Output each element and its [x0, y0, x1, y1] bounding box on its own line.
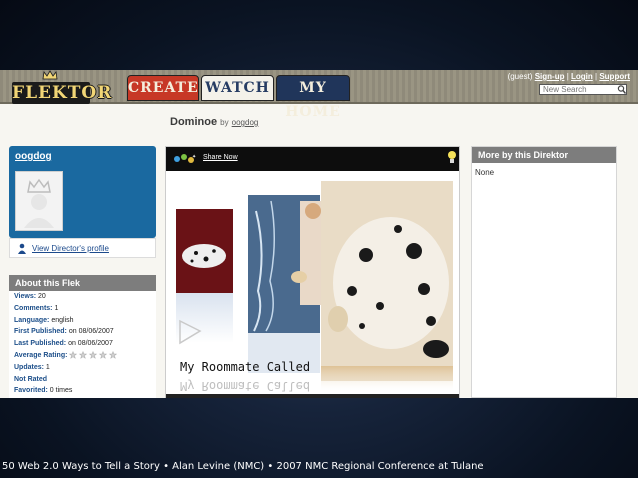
star-icon: [79, 351, 88, 360]
about-row: Average Rating:: [9, 350, 156, 362]
default-avatar-icon: [24, 178, 54, 228]
support-link[interactable]: Support: [599, 72, 630, 81]
more-heading: More by this Direktor: [472, 147, 616, 163]
tab-create[interactable]: CREATE: [127, 75, 199, 101]
about-this-flek: About this Flek Views: 20 Comments: 1 La…: [9, 275, 156, 398]
player-toolbar: ✦ Share Now: [166, 147, 459, 171]
about-row: First Published: on 08/06/2007: [14, 328, 114, 336]
share-now-link[interactable]: Share Now: [203, 154, 238, 161]
profile-link-row: View Director's profile: [9, 238, 156, 258]
user-links: (guest) Sign-up | Login | Support: [507, 72, 630, 81]
star-icon: [69, 351, 78, 360]
director-name[interactable]: oogdog: [15, 151, 52, 162]
about-row: Language: english: [14, 316, 74, 324]
photo-dalmatian: [321, 181, 453, 393]
player-controls-bar[interactable]: [166, 394, 459, 398]
svg-text:✦: ✦: [192, 154, 196, 160]
person-icon: [18, 243, 26, 254]
site-header: FLEKTOR CREATE WATCH MY HOME (guest) Sig…: [0, 70, 638, 120]
guest-label: (guest): [507, 72, 533, 81]
tab-watch[interactable]: WATCH: [201, 75, 274, 101]
slide-caption-reflection: My Roommate Called: [180, 379, 311, 393]
by-label: by: [220, 118, 229, 127]
view-profile-link[interactable]: View Director's profile: [32, 244, 109, 253]
tab-my-home[interactable]: MY HOME: [276, 75, 350, 120]
flektor-logo[interactable]: FLEKTOR: [12, 82, 111, 104]
rating-stars[interactable]: [69, 351, 118, 360]
login-link[interactable]: Login: [571, 72, 593, 81]
photo-thumbnail-red: [176, 209, 233, 345]
search-input[interactable]: [539, 84, 627, 95]
flek-title: Dominoe: [170, 116, 218, 128]
lightbulb-icon[interactable]: [447, 150, 457, 166]
browser-screenshot: FLEKTOR CREATE WATCH MY HOME (guest) Sig…: [0, 70, 638, 398]
about-row: Comments: 1: [14, 304, 59, 312]
about-row: Not Rated: [14, 375, 48, 383]
about-row: Updates: 1: [14, 363, 50, 371]
share-icon[interactable]: ✦: [173, 152, 199, 165]
photo-thumbnail-blue: [248, 195, 324, 373]
search-icon[interactable]: [617, 84, 627, 95]
more-empty-text: None: [475, 168, 495, 177]
signup-link[interactable]: Sign-up: [535, 72, 565, 81]
director-profile-card: oogdog: [9, 146, 156, 238]
page-title: Dominoe by oogdog: [170, 116, 258, 128]
author-link[interactable]: oogdog: [232, 118, 259, 127]
crown-icon: [42, 70, 58, 80]
about-row: Views: 20: [14, 293, 46, 300]
star-icon: [99, 351, 108, 360]
about-heading: About this Flek: [9, 275, 156, 291]
star-icon: [109, 351, 118, 360]
about-row: Last Published: on 08/06/2007: [14, 340, 113, 348]
about-row: Favorited: 0 times: [14, 387, 73, 395]
star-icon: [89, 351, 98, 360]
flek-player[interactable]: ✦ Share Now My Roommate Called My Roomma…: [165, 146, 460, 398]
slide-footer: 50 Web 2.0 Ways to Tell a Story • Alan L…: [2, 461, 484, 472]
more-by-director: More by this Direktor None: [471, 146, 617, 398]
avatar[interactable]: [15, 171, 63, 231]
slide-caption: My Roommate Called: [180, 360, 311, 374]
